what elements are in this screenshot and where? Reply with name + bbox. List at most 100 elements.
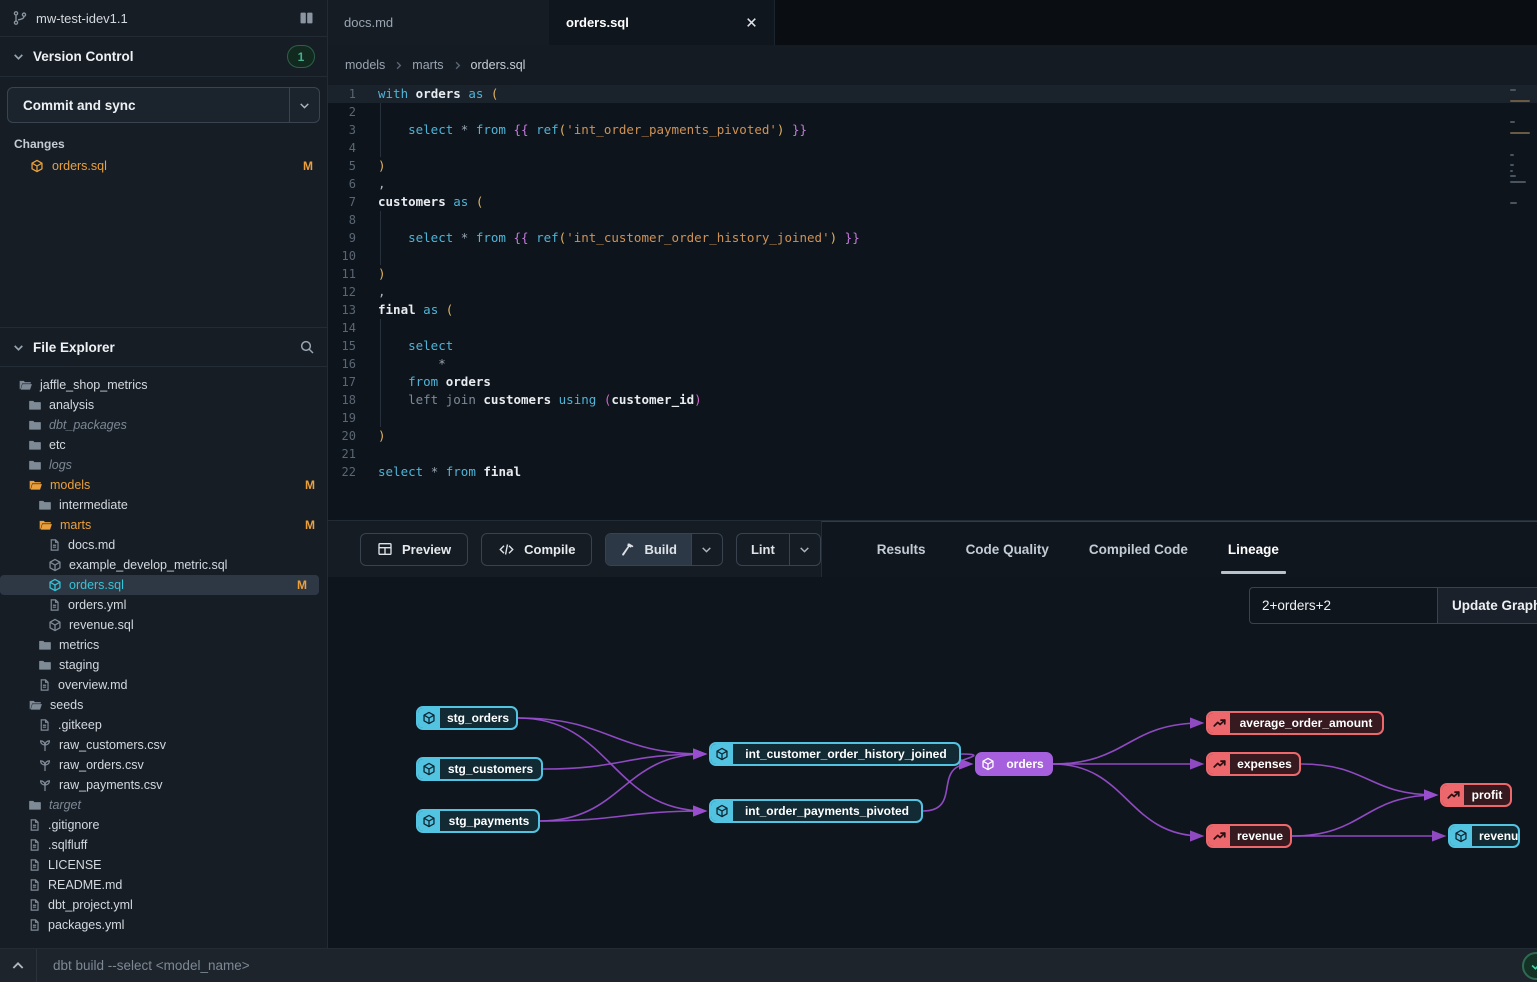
code-line[interactable]: 1with orders as ( (328, 85, 1537, 103)
code-line[interactable]: 13final as ( (328, 301, 1537, 319)
tree-item[interactable]: jaffle_shop_metrics (0, 375, 327, 395)
tree-item[interactable]: modelsM (0, 475, 327, 495)
tree-item[interactable]: analysis (0, 395, 327, 415)
commit-dropdown-button[interactable] (289, 88, 319, 122)
close-icon[interactable] (745, 16, 758, 29)
split-panes-icon[interactable] (298, 10, 315, 26)
code-line[interactable]: 18 left join customers using (customer_i… (328, 391, 1537, 409)
code-line[interactable]: 4 (328, 139, 1537, 157)
lint-dropdown-button[interactable] (789, 534, 820, 565)
lineage-node-int_customer_order_history_joined[interactable]: int_customer_order_history_joined (709, 742, 961, 766)
panel-tab-lineage[interactable]: Lineage (1228, 522, 1279, 577)
lineage-node-revenue_model[interactable]: revenue (1448, 824, 1520, 848)
lineage-node-orders[interactable]: orders (975, 752, 1053, 776)
node-label: int_order_payments_pivoted (733, 801, 921, 821)
tree-item-label: raw_payments.csv (59, 778, 163, 792)
tree-item[interactable]: dbt_packages (0, 415, 327, 435)
tree-item[interactable]: raw_payments.csv (0, 775, 327, 795)
code-editor[interactable]: 1with orders as (23 select * from {{ ref… (328, 85, 1537, 520)
code-line[interactable]: 19 (328, 409, 1537, 427)
panel-tab-results[interactable]: Results (877, 522, 926, 577)
code-line[interactable]: 22select * from final (328, 463, 1537, 481)
code-line[interactable]: 16 * (328, 355, 1537, 373)
code-line[interactable]: 3 select * from {{ ref('int_order_paymen… (328, 121, 1537, 139)
tree-item[interactable]: intermediate (0, 495, 327, 515)
update-graph-button[interactable]: Update Graph (1437, 587, 1537, 624)
tree-item[interactable]: target (0, 795, 327, 815)
action-buttons: Preview Compile Build (328, 521, 821, 577)
breadcrumb-marts[interactable]: marts (412, 58, 443, 72)
line-number: 10 (328, 247, 370, 265)
breadcrumb-models[interactable]: models (345, 58, 385, 72)
code-line[interactable]: 10 (328, 247, 1537, 265)
tree-item[interactable]: .gitignore (0, 815, 327, 835)
build-button[interactable]: Build (606, 534, 691, 565)
lineage-node-stg_orders[interactable]: stg_orders (416, 706, 518, 730)
code-line[interactable]: 15 select (328, 337, 1537, 355)
tree-item[interactable]: LICENSE (0, 855, 327, 875)
editor-tab-orders[interactable]: orders.sql (550, 0, 775, 45)
code-line[interactable]: 17 from orders (328, 373, 1537, 391)
tree-item[interactable]: orders.sqlM (0, 575, 319, 595)
collapse-button[interactable] (0, 949, 37, 982)
tree-item[interactable]: example_develop_metric.sql (0, 555, 327, 575)
lineage-node-stg_customers[interactable]: stg_customers (416, 757, 543, 781)
tree-item[interactable]: revenue.sql (0, 615, 327, 635)
breadcrumb-file[interactable]: orders.sql (471, 58, 526, 72)
tree-item[interactable]: staging (0, 655, 327, 675)
tree-item[interactable]: dbt_project.yml (0, 895, 327, 915)
lineage-canvas[interactable]: Update Graph stg_orders stg_customers stg_… (328, 577, 1537, 948)
version-control-header[interactable]: Version Control 1 (0, 37, 327, 77)
tree-item-label: .sqlfluff (48, 838, 87, 852)
tree-item[interactable]: etc (0, 435, 327, 455)
lineage-node-average_order_amount[interactable]: average_order_amount (1206, 711, 1384, 735)
panel-tab-compiled-code[interactable]: Compiled Code (1089, 522, 1188, 577)
tree-item[interactable]: martsM (0, 515, 327, 535)
cube-icon (48, 558, 62, 572)
command-input[interactable] (37, 949, 1537, 982)
panel-tabs: Results Code Quality Compiled Code Lineage (821, 521, 1537, 577)
tree-item[interactable]: overview.md (0, 675, 327, 695)
compile-button[interactable]: Compile (481, 533, 592, 566)
lineage-node-stg_payments[interactable]: stg_payments (416, 809, 540, 833)
lineage-node-revenue_metric[interactable]: revenue (1206, 824, 1292, 848)
code-line[interactable]: 5) (328, 157, 1537, 175)
code-line[interactable]: 12, (328, 283, 1537, 301)
code-line[interactable]: 8 (328, 211, 1537, 229)
tree-item[interactable]: raw_customers.csv (0, 735, 327, 755)
panel-tab-code-quality[interactable]: Code Quality (966, 522, 1049, 577)
metric-chart-icon (1208, 826, 1230, 846)
code-line[interactable]: 9 select * from {{ ref('int_customer_ord… (328, 229, 1537, 247)
lineage-selector-input[interactable] (1249, 587, 1437, 624)
lint-button[interactable]: Lint (737, 534, 789, 565)
seed-icon (38, 778, 52, 792)
code-line[interactable]: 21 (328, 445, 1537, 463)
lineage-node-profit[interactable]: profit (1440, 783, 1512, 807)
file-explorer-header[interactable]: File Explorer (0, 327, 327, 367)
tree-item[interactable]: orders.yml (0, 595, 327, 615)
tree-item[interactable]: .gitkeep (0, 715, 327, 735)
commit-sync-button[interactable]: Commit and sync (8, 88, 289, 122)
changed-file-item[interactable]: orders.sql M (0, 155, 327, 177)
tree-item[interactable]: README.md (0, 875, 327, 895)
build-dropdown-button[interactable] (691, 534, 722, 565)
code-line[interactable]: 20) (328, 427, 1537, 445)
tree-item[interactable]: docs.md (0, 535, 327, 555)
search-icon[interactable] (299, 339, 315, 355)
preview-button[interactable]: Preview (360, 533, 468, 566)
code-line[interactable]: 2 (328, 103, 1537, 121)
code-line[interactable]: 7customers as ( (328, 193, 1537, 211)
tree-item[interactable]: logs (0, 455, 327, 475)
code-line[interactable]: 11) (328, 265, 1537, 283)
lineage-node-expenses[interactable]: expenses (1206, 752, 1301, 776)
code-line[interactable]: 6, (328, 175, 1537, 193)
minimap[interactable] (1510, 89, 1534, 208)
tree-item[interactable]: metrics (0, 635, 327, 655)
code-line[interactable]: 14 (328, 319, 1537, 337)
tree-item[interactable]: packages.yml (0, 915, 327, 935)
lineage-node-int_order_payments_pivoted[interactable]: int_order_payments_pivoted (709, 799, 923, 823)
tree-item[interactable]: raw_orders.csv (0, 755, 327, 775)
tree-item[interactable]: seeds (0, 695, 327, 715)
tree-item[interactable]: .sqlfluff (0, 835, 327, 855)
editor-tab-docs[interactable]: docs.md (328, 0, 550, 45)
